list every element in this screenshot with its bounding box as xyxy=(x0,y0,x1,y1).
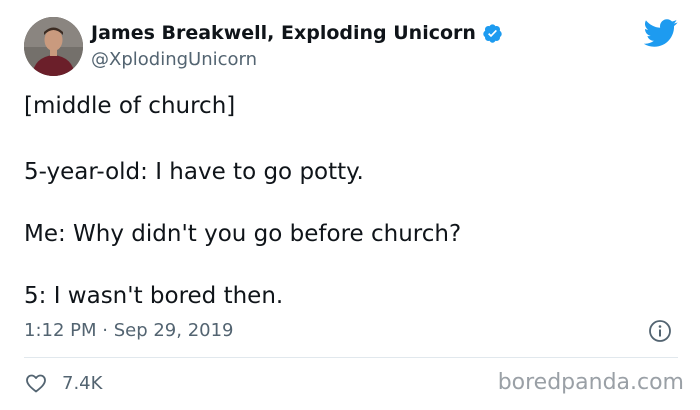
author-handle[interactable]: @XplodingUnicorn xyxy=(91,49,257,70)
twitter-bird-icon[interactable] xyxy=(644,16,678,50)
tweet-text-line: Me: Why didn't you go before church? xyxy=(24,221,462,247)
tweet-timestamp[interactable]: 1:12 PM · Sep 29, 2019 xyxy=(24,320,234,341)
divider xyxy=(24,357,678,358)
tweet-text-line: [middle of church] xyxy=(24,93,236,119)
watermark: boredpanda.com xyxy=(497,370,684,395)
tweet-text-line: 5: I wasn't bored then. xyxy=(24,283,284,309)
like-count: 7.4K xyxy=(62,372,103,394)
info-icon[interactable] xyxy=(648,319,672,343)
verified-badge-icon xyxy=(483,23,502,43)
author-name[interactable]: James Breakwell, Exploding Unicorn xyxy=(91,22,476,44)
avatar-image xyxy=(24,17,83,76)
avatar[interactable] xyxy=(24,17,83,76)
like-button[interactable]: 7.4K xyxy=(24,371,102,395)
heart-icon xyxy=(26,374,46,393)
tweet-text-line: 5-year-old: I have to go potty. xyxy=(24,159,364,185)
author-name-row[interactable]: James Breakwell, Exploding Unicorn xyxy=(91,22,503,44)
